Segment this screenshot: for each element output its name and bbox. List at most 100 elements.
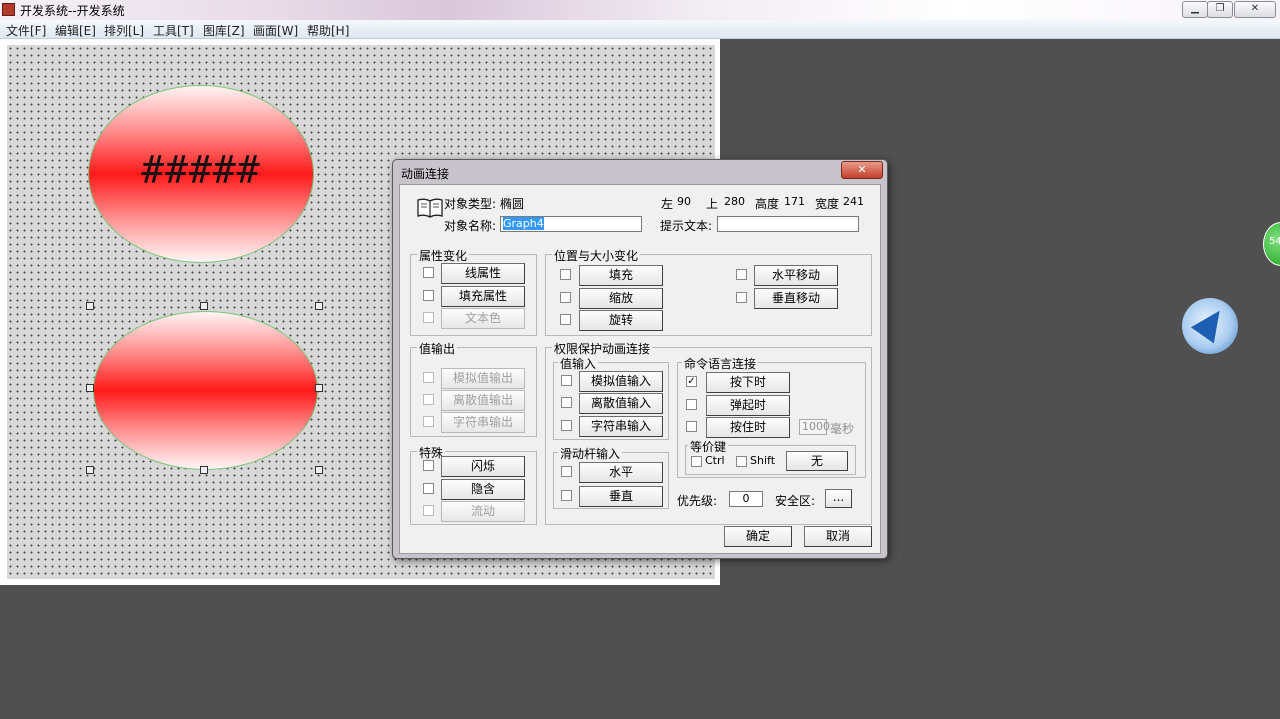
shift-checkbox[interactable]: [736, 456, 747, 467]
special-group: 特殊 闪烁 隐含 流动: [410, 444, 537, 525]
menu-file[interactable]: 文件[F]: [6, 22, 46, 39]
tooltip-input[interactable]: [717, 216, 859, 232]
floating-ball-text: 54: [1269, 236, 1280, 247]
hide-button[interactable]: 隐含: [441, 479, 525, 500]
group-title: 等价键: [688, 438, 729, 455]
scale-checkbox[interactable]: [560, 292, 571, 303]
floating-ball-widget[interactable]: 54: [1263, 222, 1280, 266]
on-hold-checkbox[interactable]: [686, 421, 697, 432]
rotate-checkbox[interactable]: [560, 314, 571, 325]
analog-output-checkbox: [423, 372, 434, 383]
top-value: 280: [724, 195, 745, 208]
selection-handle[interactable]: [200, 466, 208, 474]
menu-screen[interactable]: 画面[W]: [253, 22, 298, 39]
blink-button[interactable]: 闪烁: [441, 456, 525, 477]
selection-handle[interactable]: [86, 466, 94, 474]
h-move-checkbox[interactable]: [736, 269, 747, 280]
selection-handle[interactable]: [86, 384, 94, 392]
hotkey-button[interactable]: 无: [786, 451, 848, 471]
on-press-button[interactable]: 按下时: [706, 372, 790, 393]
maximize-button[interactable]: ❐: [1207, 1, 1233, 18]
object-name-label: 对象名称:: [444, 219, 497, 233]
minimize-button[interactable]: ▁: [1182, 1, 1208, 18]
attribute-change-group: 属性变化 线属性 填充属性 文本色: [410, 247, 537, 336]
on-hold-button[interactable]: 按住时: [706, 417, 790, 438]
window-title-bar: 开发系统--开发系统 ▁ ❐ ✕: [0, 0, 1280, 20]
ellipse-object-top[interactable]: #####: [88, 85, 314, 263]
analog-input-button[interactable]: 模拟值输入: [579, 371, 663, 392]
priority-input[interactable]: 0: [729, 491, 763, 507]
menu-help[interactable]: 帮助[H]: [307, 22, 349, 39]
menu-arrange[interactable]: 排列[L]: [104, 22, 144, 39]
rotate-button[interactable]: 旋转: [579, 310, 663, 331]
selection-handle[interactable]: [315, 384, 323, 392]
shift-label: Shift: [750, 454, 776, 467]
security-button[interactable]: ...: [825, 489, 852, 508]
fill-attr-checkbox[interactable]: [423, 290, 434, 301]
group-title: 值输入: [558, 355, 599, 372]
bird-icon[interactable]: [1182, 298, 1238, 354]
width-value: 241: [843, 195, 864, 208]
fill-checkbox[interactable]: [560, 269, 571, 280]
string-input-checkbox[interactable]: [561, 420, 572, 431]
selection-handle[interactable]: [86, 302, 94, 310]
analog-input-checkbox[interactable]: [561, 375, 572, 386]
ctrl-checkbox[interactable]: [691, 456, 702, 467]
v-move-checkbox[interactable]: [736, 292, 747, 303]
left-label: 左: [661, 197, 674, 211]
analog-output-button: 模拟值输出: [441, 368, 525, 389]
h-move-button[interactable]: 水平移动: [754, 265, 838, 286]
horizontal-slider-button[interactable]: 水平: [579, 462, 663, 483]
string-input-button[interactable]: 字符串输入: [579, 416, 663, 437]
app-icon: [2, 3, 15, 16]
hold-interval-input: 1000: [799, 419, 830, 435]
menu-edit[interactable]: 编辑[E]: [55, 22, 96, 39]
dialog-body: 对象类型: 椭圆 对象名称: Graph4 左 90 上 280 高度 171 …: [399, 184, 881, 554]
scale-button[interactable]: 缩放: [579, 288, 663, 309]
string-output-button: 字符串输出: [441, 412, 525, 433]
object-name-input[interactable]: Graph4: [500, 216, 642, 232]
selection-handle[interactable]: [315, 466, 323, 474]
flow-button: 流动: [441, 501, 525, 522]
on-release-checkbox[interactable]: [686, 399, 697, 410]
group-title: 属性变化: [417, 247, 470, 264]
window-title: 开发系统--开发系统: [20, 4, 125, 18]
value-output-group: 值输出 模拟值输出 离散值输出 字符串输出: [410, 340, 537, 437]
priority-label: 优先级:: [677, 494, 718, 508]
tooltip-label: 提示文本:: [660, 219, 713, 233]
vertical-slider-checkbox[interactable]: [561, 490, 572, 501]
text-color-checkbox: [423, 312, 434, 323]
discrete-input-button[interactable]: 离散值输入: [579, 393, 663, 414]
dialog-close-button[interactable]: ✕: [841, 161, 883, 179]
menu-bar: 文件[F] 编辑[E] 排列[L] 工具[T] 图库[Z] 画面[W] 帮助[H…: [0, 20, 1280, 39]
selection-handle[interactable]: [315, 302, 323, 310]
line-attr-button[interactable]: 线属性: [441, 263, 525, 284]
string-output-checkbox: [423, 416, 434, 427]
selection-handle[interactable]: [200, 302, 208, 310]
top-label: 上: [706, 197, 719, 211]
line-attr-checkbox[interactable]: [423, 267, 434, 278]
vertical-slider-button[interactable]: 垂直: [579, 486, 663, 507]
discrete-input-checkbox[interactable]: [561, 397, 572, 408]
menu-library[interactable]: 图库[Z]: [203, 22, 245, 39]
ok-button[interactable]: 确定: [724, 526, 792, 547]
fill-button[interactable]: 填充: [579, 265, 663, 286]
blink-checkbox[interactable]: [423, 460, 434, 471]
group-title: 滑动杆输入: [558, 445, 623, 462]
horizontal-slider-checkbox[interactable]: [561, 466, 572, 477]
on-press-checkbox[interactable]: ✓: [686, 376, 697, 387]
hotkey-group: 等价键 Ctrl Shift 无: [685, 438, 856, 475]
hold-interval-unit: 毫秒: [830, 422, 855, 436]
menu-tools[interactable]: 工具[T]: [153, 22, 194, 39]
close-button[interactable]: ✕: [1234, 1, 1276, 18]
object-type-value: 椭圆: [500, 197, 525, 211]
hide-checkbox[interactable]: [423, 483, 434, 494]
fill-attr-button[interactable]: 填充属性: [441, 286, 525, 307]
flow-checkbox: [423, 505, 434, 516]
discrete-output-button: 离散值输出: [441, 390, 525, 411]
cancel-button[interactable]: 取消: [804, 526, 872, 547]
on-release-button[interactable]: 弹起时: [706, 395, 790, 416]
v-move-button[interactable]: 垂直移动: [754, 288, 838, 309]
dialog-title: 动画连接: [401, 167, 450, 181]
ellipse-object-selected[interactable]: [93, 311, 318, 470]
